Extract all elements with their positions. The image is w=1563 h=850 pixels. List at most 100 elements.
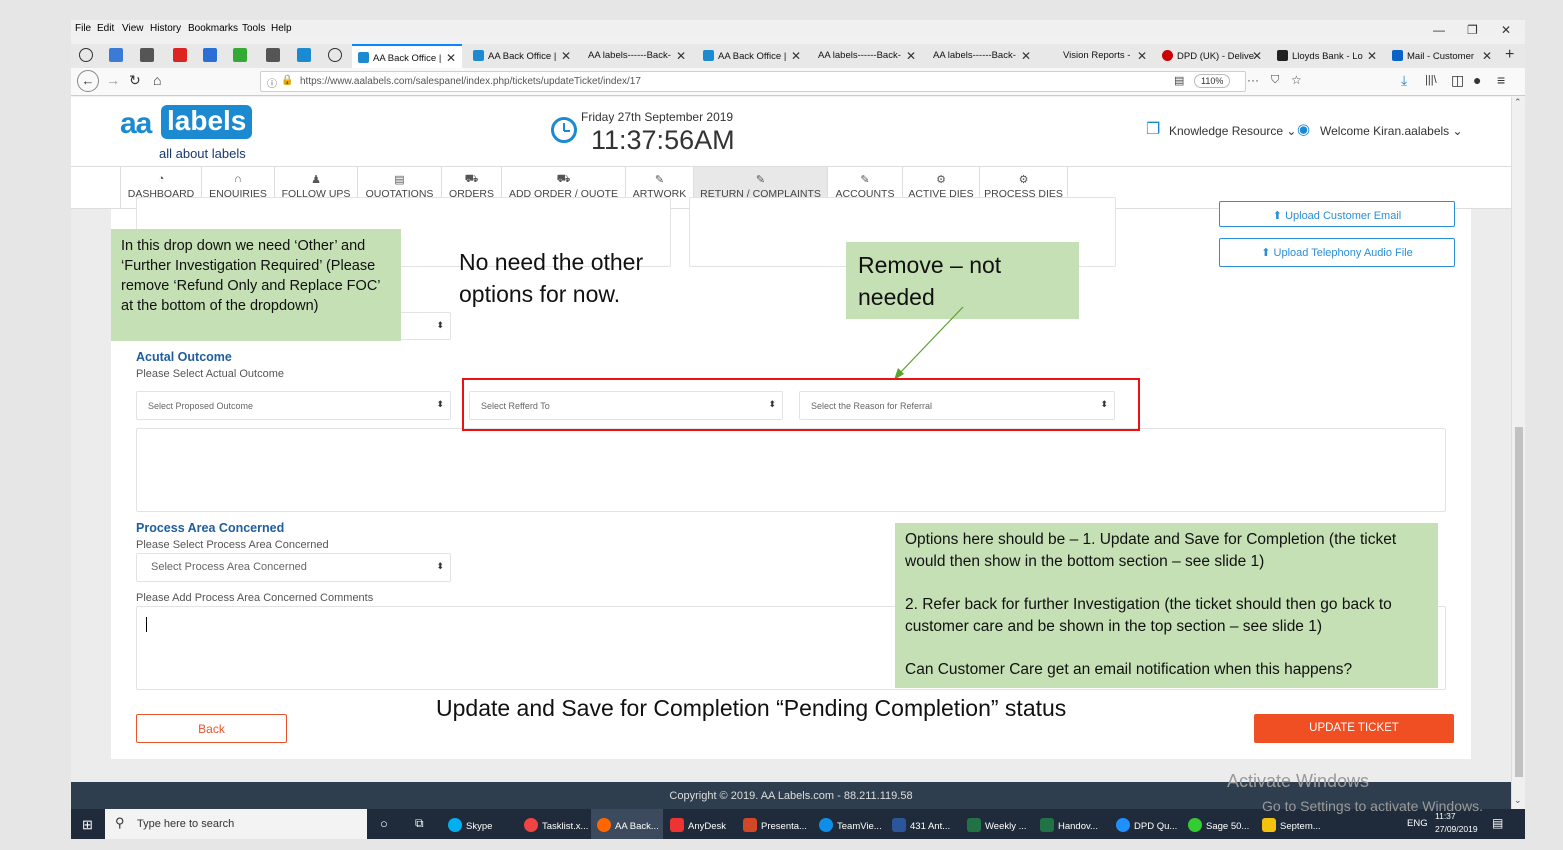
taskbar-september[interactable]: Septem... <box>1262 818 1321 832</box>
pinned-tab-icon[interactable] <box>233 48 247 62</box>
info-icon[interactable]: ⓘ <box>267 75 277 90</box>
taskbar-skype[interactable]: Skype <box>448 818 492 832</box>
task-view-icon[interactable]: ⧉ <box>415 816 424 831</box>
reload-icon[interactable]: ↻ <box>129 72 141 89</box>
close-tab-icon[interactable]: ✕ <box>791 49 801 63</box>
taskbar-search-box[interactable]: ⚲ Type here to search <box>105 809 367 839</box>
activate-windows-hint: Go to Settings to activate Windows. <box>1262 798 1483 814</box>
restore-icon[interactable]: ❐ <box>1467 23 1478 37</box>
annotation-arrow <box>894 306 964 380</box>
menu-bookmarks[interactable]: Bookmarks <box>188 23 238 34</box>
pinned-tab-icon[interactable] <box>140 48 154 62</box>
back-arrow-icon[interactable]: ← <box>77 70 99 92</box>
new-tab-icon[interactable]: + <box>1505 46 1514 64</box>
scrollbar-thumb[interactable] <box>1515 427 1523 777</box>
close-tab-icon[interactable]: ✕ <box>906 49 916 63</box>
pinned-tab-icon[interactable] <box>109 48 123 62</box>
reader-view-icon[interactable]: ▤ <box>1174 74 1184 87</box>
menu-icon[interactable]: ≡ <box>1497 72 1505 88</box>
logo-labels[interactable]: labels <box>161 105 253 139</box>
pinned-tab-icon[interactable] <box>328 48 342 62</box>
language-indicator[interactable]: ENG <box>1407 818 1428 829</box>
close-window-icon[interactable]: ✕ <box>1501 23 1511 37</box>
pinned-tab-icon[interactable] <box>203 48 217 62</box>
forward-arrow-icon[interactable]: → <box>106 72 120 88</box>
excel-icon <box>967 818 981 832</box>
tab-lloyds-bank[interactable]: Lloyds Bank - Lo ✕ <box>1271 44 1383 68</box>
proposed-outcome-select[interactable]: Select Proposed Outcome ⬍ <box>136 391 451 420</box>
scroll-down-icon[interactable]: ⌄ <box>1514 795 1522 806</box>
tab-mail[interactable]: Mail - Customer ✕ <box>1386 44 1498 68</box>
welcome-user-menu[interactable]: Welcome Kiran.aalabels ⌄ <box>1320 124 1463 138</box>
welcome-label: Welcome Kiran.aalabels <box>1320 124 1450 138</box>
menu-file[interactable]: File <box>75 23 91 34</box>
taskbar-excel-weekly[interactable]: Weekly ... <box>967 818 1027 832</box>
pinned-tab-icon[interactable] <box>297 48 311 62</box>
sidebar-icon[interactable]: ◫ <box>1451 72 1464 89</box>
taskbar-dpd[interactable]: DPD Qu... <box>1116 818 1177 832</box>
tab-aa-back-office[interactable]: AA Back Office | ✕ <box>697 44 807 68</box>
pocket-icon[interactable]: ⛉ <box>1271 74 1279 87</box>
url-bar[interactable]: ⓘ 🔒 https://www.aalabels.com/salespanel/… <box>260 71 1302 92</box>
pinned-tab-icon[interactable] <box>266 48 280 62</box>
pinned-tab-icon[interactable] <box>173 48 187 62</box>
taskbar-item-label: AA Back... <box>615 821 659 832</box>
windows-start-icon[interactable]: ⊞ <box>82 817 93 833</box>
update-ticket-button[interactable]: UPDATE TICKET <box>1254 714 1454 743</box>
tab-aa-labels[interactable]: AA labels------Back- ✕ <box>812 44 922 68</box>
library-icon[interactable]: |||\ <box>1425 74 1437 86</box>
menu-view[interactable]: View <box>122 23 144 34</box>
back-button[interactable]: Back <box>136 714 287 743</box>
cortana-icon[interactable]: ○ <box>380 816 388 831</box>
logo-aa[interactable]: aa <box>120 107 152 141</box>
tab-aa-labels[interactable]: AA labels------Back- ✕ <box>582 44 692 68</box>
close-tab-icon[interactable]: ✕ <box>1021 49 1031 63</box>
outcome-comments-textarea[interactable] <box>136 428 1446 512</box>
upload-customer-email-button[interactable]: ⬆ Upload Customer Email <box>1219 201 1455 227</box>
user-circle-icon: ◉ <box>1297 121 1311 138</box>
clock-date[interactable]: 27/09/2019 <box>1435 824 1478 834</box>
close-tab-icon[interactable]: ✕ <box>1252 49 1262 63</box>
page-scrollbar[interactable]: ⌃ ⌄ <box>1511 97 1525 809</box>
zoom-level[interactable]: 110% <box>1194 74 1231 88</box>
tab-aa-back-office[interactable]: AA Back Office | ✕ <box>467 44 577 68</box>
menu-edit[interactable]: Edit <box>97 23 114 34</box>
close-tab-icon[interactable]: ✕ <box>1137 49 1147 63</box>
process-area-select[interactable]: Select Process Area Concerned ⬍ <box>136 553 451 582</box>
tab-aa-back-office[interactable]: AA Back Office | ✕ <box>352 44 462 68</box>
notifications-icon[interactable]: ▤ <box>1492 816 1503 830</box>
close-tab-icon[interactable]: ✕ <box>561 49 571 63</box>
upload-telephony-audio-button[interactable]: ⬆ Upload Telephony Audio File <box>1219 238 1455 267</box>
more-actions-icon[interactable]: ··· <box>1247 73 1259 87</box>
tab-aa-labels[interactable]: AA labels------Back- ✕ <box>927 44 1037 68</box>
taskbar-powerpoint[interactable]: Presenta... <box>743 818 807 832</box>
downloads-icon[interactable]: ⤓ <box>1401 72 1407 89</box>
bookmark-star-icon[interactable]: ☆ <box>1291 73 1302 87</box>
taskbar-excel-handover[interactable]: Handov... <box>1040 818 1098 832</box>
tab-label: DPD (UK) - Delive <box>1177 51 1255 62</box>
taskbar-word[interactable]: 431 Ant... <box>892 818 950 832</box>
outlook-favicon-icon <box>1392 50 1403 61</box>
close-tab-icon[interactable]: ✕ <box>1482 49 1492 63</box>
taskbar-sage[interactable]: Sage 50... <box>1188 818 1249 832</box>
taskbar-teamviewer[interactable]: TeamVie... <box>819 818 882 832</box>
tab-label: AA labels------Back- <box>933 50 1016 61</box>
knowledge-resource-link[interactable]: Knowledge Resource ⌄ <box>1169 124 1296 138</box>
close-tab-icon[interactable]: ✕ <box>446 51 456 65</box>
web-page: aa labels all about labels Friday 27th S… <box>71 97 1511 839</box>
close-tab-icon[interactable]: ✕ <box>1367 49 1377 63</box>
menu-history[interactable]: History <box>150 23 181 34</box>
account-icon[interactable]: ● <box>1473 72 1481 88</box>
close-tab-icon[interactable]: ✕ <box>676 49 686 63</box>
menu-tools[interactable]: Tools <box>242 23 265 34</box>
minimize-icon[interactable]: — <box>1433 23 1445 37</box>
taskbar-tasklist[interactable]: Tasklist.x... <box>524 818 588 832</box>
taskbar-aa-back[interactable]: AA Back... <box>597 818 659 832</box>
home-icon[interactable]: ⌂ <box>153 72 161 88</box>
tab-vision-reports[interactable]: Vision Reports - ✕ <box>1057 44 1153 68</box>
tab-dpd[interactable]: DPD (UK) - Delive ✕ <box>1156 44 1268 68</box>
scroll-up-icon[interactable]: ⌃ <box>1514 97 1522 108</box>
menu-help[interactable]: Help <box>271 23 292 34</box>
taskbar-anydesk[interactable]: AnyDesk <box>670 818 726 832</box>
pinned-tab-icon[interactable] <box>79 48 93 62</box>
